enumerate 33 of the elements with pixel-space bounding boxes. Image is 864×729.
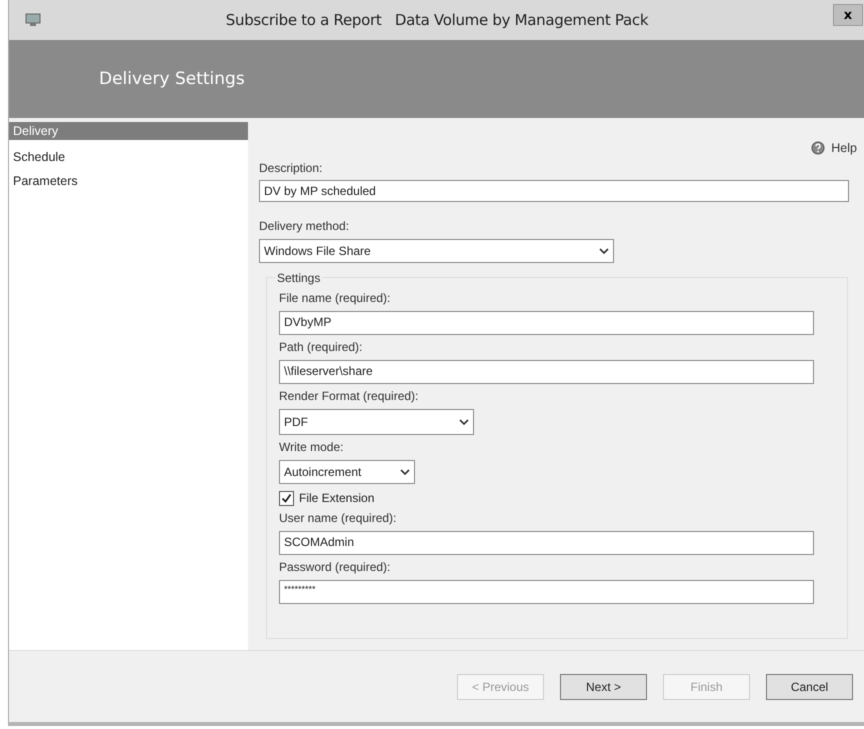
checkbox[interactable] [279,490,294,506]
sidebar-item[interactable]: Schedule [9,146,248,170]
window-title: Subscribe to a Report Data Volume by Management Pack [224,11,650,29]
dropdown-caret-icon [459,418,469,426]
wizard-button[interactable]: Next > [560,674,647,700]
field-label: Write mode: [279,439,344,455]
help-icon [811,140,826,154]
field-label: User name (required): [279,510,398,526]
dropdown[interactable]: Autoincrement [279,460,415,484]
group-title: Settings [275,271,322,285]
checkbox-label: File Extension [299,491,374,505]
input-field[interactable]: DV by MP scheduled [259,180,849,202]
help-link[interactable]: Help [811,137,857,158]
close-button[interactable]: x [833,4,863,26]
app-icon [25,13,41,27]
field-label: Path (required): [279,339,364,355]
dropdown-caret-icon [599,248,609,254]
field-label: Delivery method: [259,218,350,234]
input-field[interactable]: SCOMAdmin [279,531,814,555]
dropdown-caret-icon [400,468,410,476]
input-field[interactable]: DVbyMP [279,311,814,335]
input-field[interactable]: ********* [279,580,814,604]
field-label: Render Format (required): [279,388,420,404]
field-label: Description: [259,160,324,176]
dropdown[interactable]: Windows File Share [259,239,614,263]
dropdown[interactable]: PDF [279,409,474,435]
wizard-button[interactable]: Cancel [766,674,853,700]
field-label: File name (required): [279,290,392,306]
input-field[interactable]: \\fileserver\share [279,360,814,384]
sidebar-item[interactable]: Delivery [9,122,248,140]
field-label: Password (required): [279,559,392,575]
sidebar-item[interactable]: Parameters [9,170,248,194]
page-title: Delivery Settings [99,69,245,89]
